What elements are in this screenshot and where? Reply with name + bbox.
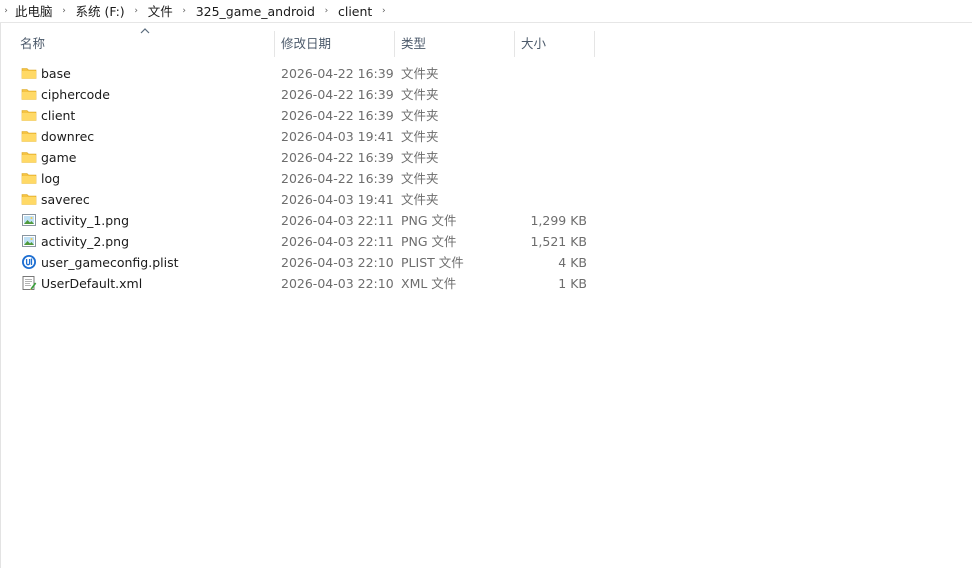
column-header-row: 名称 修改日期 类型 大小 (0, 31, 600, 57)
chevron-right-icon[interactable]: › (318, 0, 335, 23)
breadcrumb-item-drive[interactable]: 系统 (F:) (73, 0, 128, 23)
file-type: PNG 文件 (401, 213, 457, 228)
file-row[interactable]: activity_2.png 2026-04-03 22:11 PNG 文件 1… (18, 231, 598, 252)
file-modified-date: 2026-04-03 22:10 (281, 276, 394, 291)
folder-icon (21, 68, 37, 79)
folder-icon (21, 89, 37, 100)
file-name: activity_1.png (41, 213, 130, 228)
folder-icon (21, 194, 37, 205)
chevron-right-icon[interactable]: › (0, 0, 12, 23)
xml-file-icon (22, 276, 37, 290)
file-name: UserDefault.xml (41, 276, 143, 291)
file-row[interactable]: ciphercode 2026-04-22 16:39 文件夹 (18, 84, 598, 105)
file-type: XML 文件 (401, 276, 457, 291)
file-name: client (41, 108, 76, 123)
file-modified-date: 2026-04-03 22:11 (281, 213, 394, 228)
file-row[interactable]: client 2026-04-22 16:39 文件夹 (18, 105, 598, 126)
file-type: 文件夹 (401, 129, 439, 144)
folder-icon (21, 173, 37, 184)
file-size: 4 KB (558, 255, 587, 270)
chevron-right-icon[interactable]: › (375, 0, 392, 23)
file-row[interactable]: game 2026-04-22 16:39 文件夹 (18, 147, 598, 168)
column-header-name[interactable]: 名称 (14, 31, 273, 57)
breadcrumb-item-client[interactable]: client (335, 0, 375, 23)
file-modified-date: 2026-04-03 19:41 (281, 129, 394, 144)
file-type: PLIST 文件 (401, 255, 464, 270)
file-row[interactable]: activity_1.png 2026-04-03 22:11 PNG 文件 1… (18, 210, 598, 231)
file-name: downrec (41, 129, 95, 144)
folder-icon (21, 131, 37, 142)
file-modified-date: 2026-04-03 22:11 (281, 234, 394, 249)
file-size: 1 KB (558, 276, 587, 291)
file-row[interactable]: user_gameconfig.plist 2026-04-03 22:10 P… (18, 252, 598, 273)
file-type: 文件夹 (401, 150, 439, 165)
file-row[interactable]: base 2026-04-22 16:39 文件夹 (18, 63, 598, 84)
file-type: 文件夹 (401, 108, 439, 123)
breadcrumb-item-project[interactable]: 325_game_android (193, 0, 318, 23)
file-name: base (41, 66, 71, 81)
file-modified-date: 2026-04-22 16:39 (281, 66, 394, 81)
file-name: activity_2.png (41, 234, 130, 249)
file-name: saverec (41, 192, 90, 207)
breadcrumb-item-this-pc[interactable]: 此电脑 (12, 0, 56, 23)
plist-file-icon (22, 255, 36, 269)
chevron-right-icon[interactable]: › (176, 0, 193, 23)
file-name: game (41, 150, 77, 165)
file-modified-date: 2026-04-22 16:39 (281, 150, 394, 165)
column-resize-handle[interactable] (594, 31, 595, 57)
file-size: 1,299 KB (530, 213, 587, 228)
file-name: ciphercode (41, 87, 110, 102)
folder-icon (21, 110, 37, 121)
file-name: user_gameconfig.plist (41, 255, 179, 270)
column-header-type[interactable]: 类型 (395, 31, 514, 57)
breadcrumb: › 此电脑 › 系统 (F:) › 文件 › 325_game_android … (0, 0, 972, 23)
chevron-right-icon[interactable]: › (56, 0, 73, 23)
folder-icon (21, 152, 37, 163)
file-row[interactable]: downrec 2026-04-03 19:41 文件夹 (18, 126, 598, 147)
chevron-right-icon[interactable]: › (128, 0, 145, 23)
file-type: 文件夹 (401, 66, 439, 81)
file-name: log (41, 171, 61, 186)
file-row[interactable]: log 2026-04-22 16:39 文件夹 (18, 168, 598, 189)
breadcrumb-item-files[interactable]: 文件 (145, 0, 176, 23)
file-modified-date: 2026-04-22 16:39 (281, 171, 394, 186)
file-modified-date: 2026-04-03 22:10 (281, 255, 394, 270)
file-row[interactable]: saverec 2026-04-03 19:41 文件夹 (18, 189, 598, 210)
image-file-icon (22, 214, 36, 226)
image-file-icon (22, 235, 36, 247)
file-type: 文件夹 (401, 192, 439, 207)
file-modified-date: 2026-04-22 16:39 (281, 87, 394, 102)
file-type: 文件夹 (401, 87, 439, 102)
pane-divider (0, 23, 1, 568)
file-type: 文件夹 (401, 171, 439, 186)
file-modified-date: 2026-04-03 19:41 (281, 192, 394, 207)
column-header-size[interactable]: 大小 (515, 31, 594, 57)
file-row[interactable]: UserDefault.xml 2026-04-03 22:10 XML 文件 … (18, 273, 598, 294)
column-header-date[interactable]: 修改日期 (275, 31, 394, 57)
file-size: 1,521 KB (530, 234, 587, 249)
file-modified-date: 2026-04-22 16:39 (281, 108, 394, 123)
file-type: PNG 文件 (401, 234, 457, 249)
